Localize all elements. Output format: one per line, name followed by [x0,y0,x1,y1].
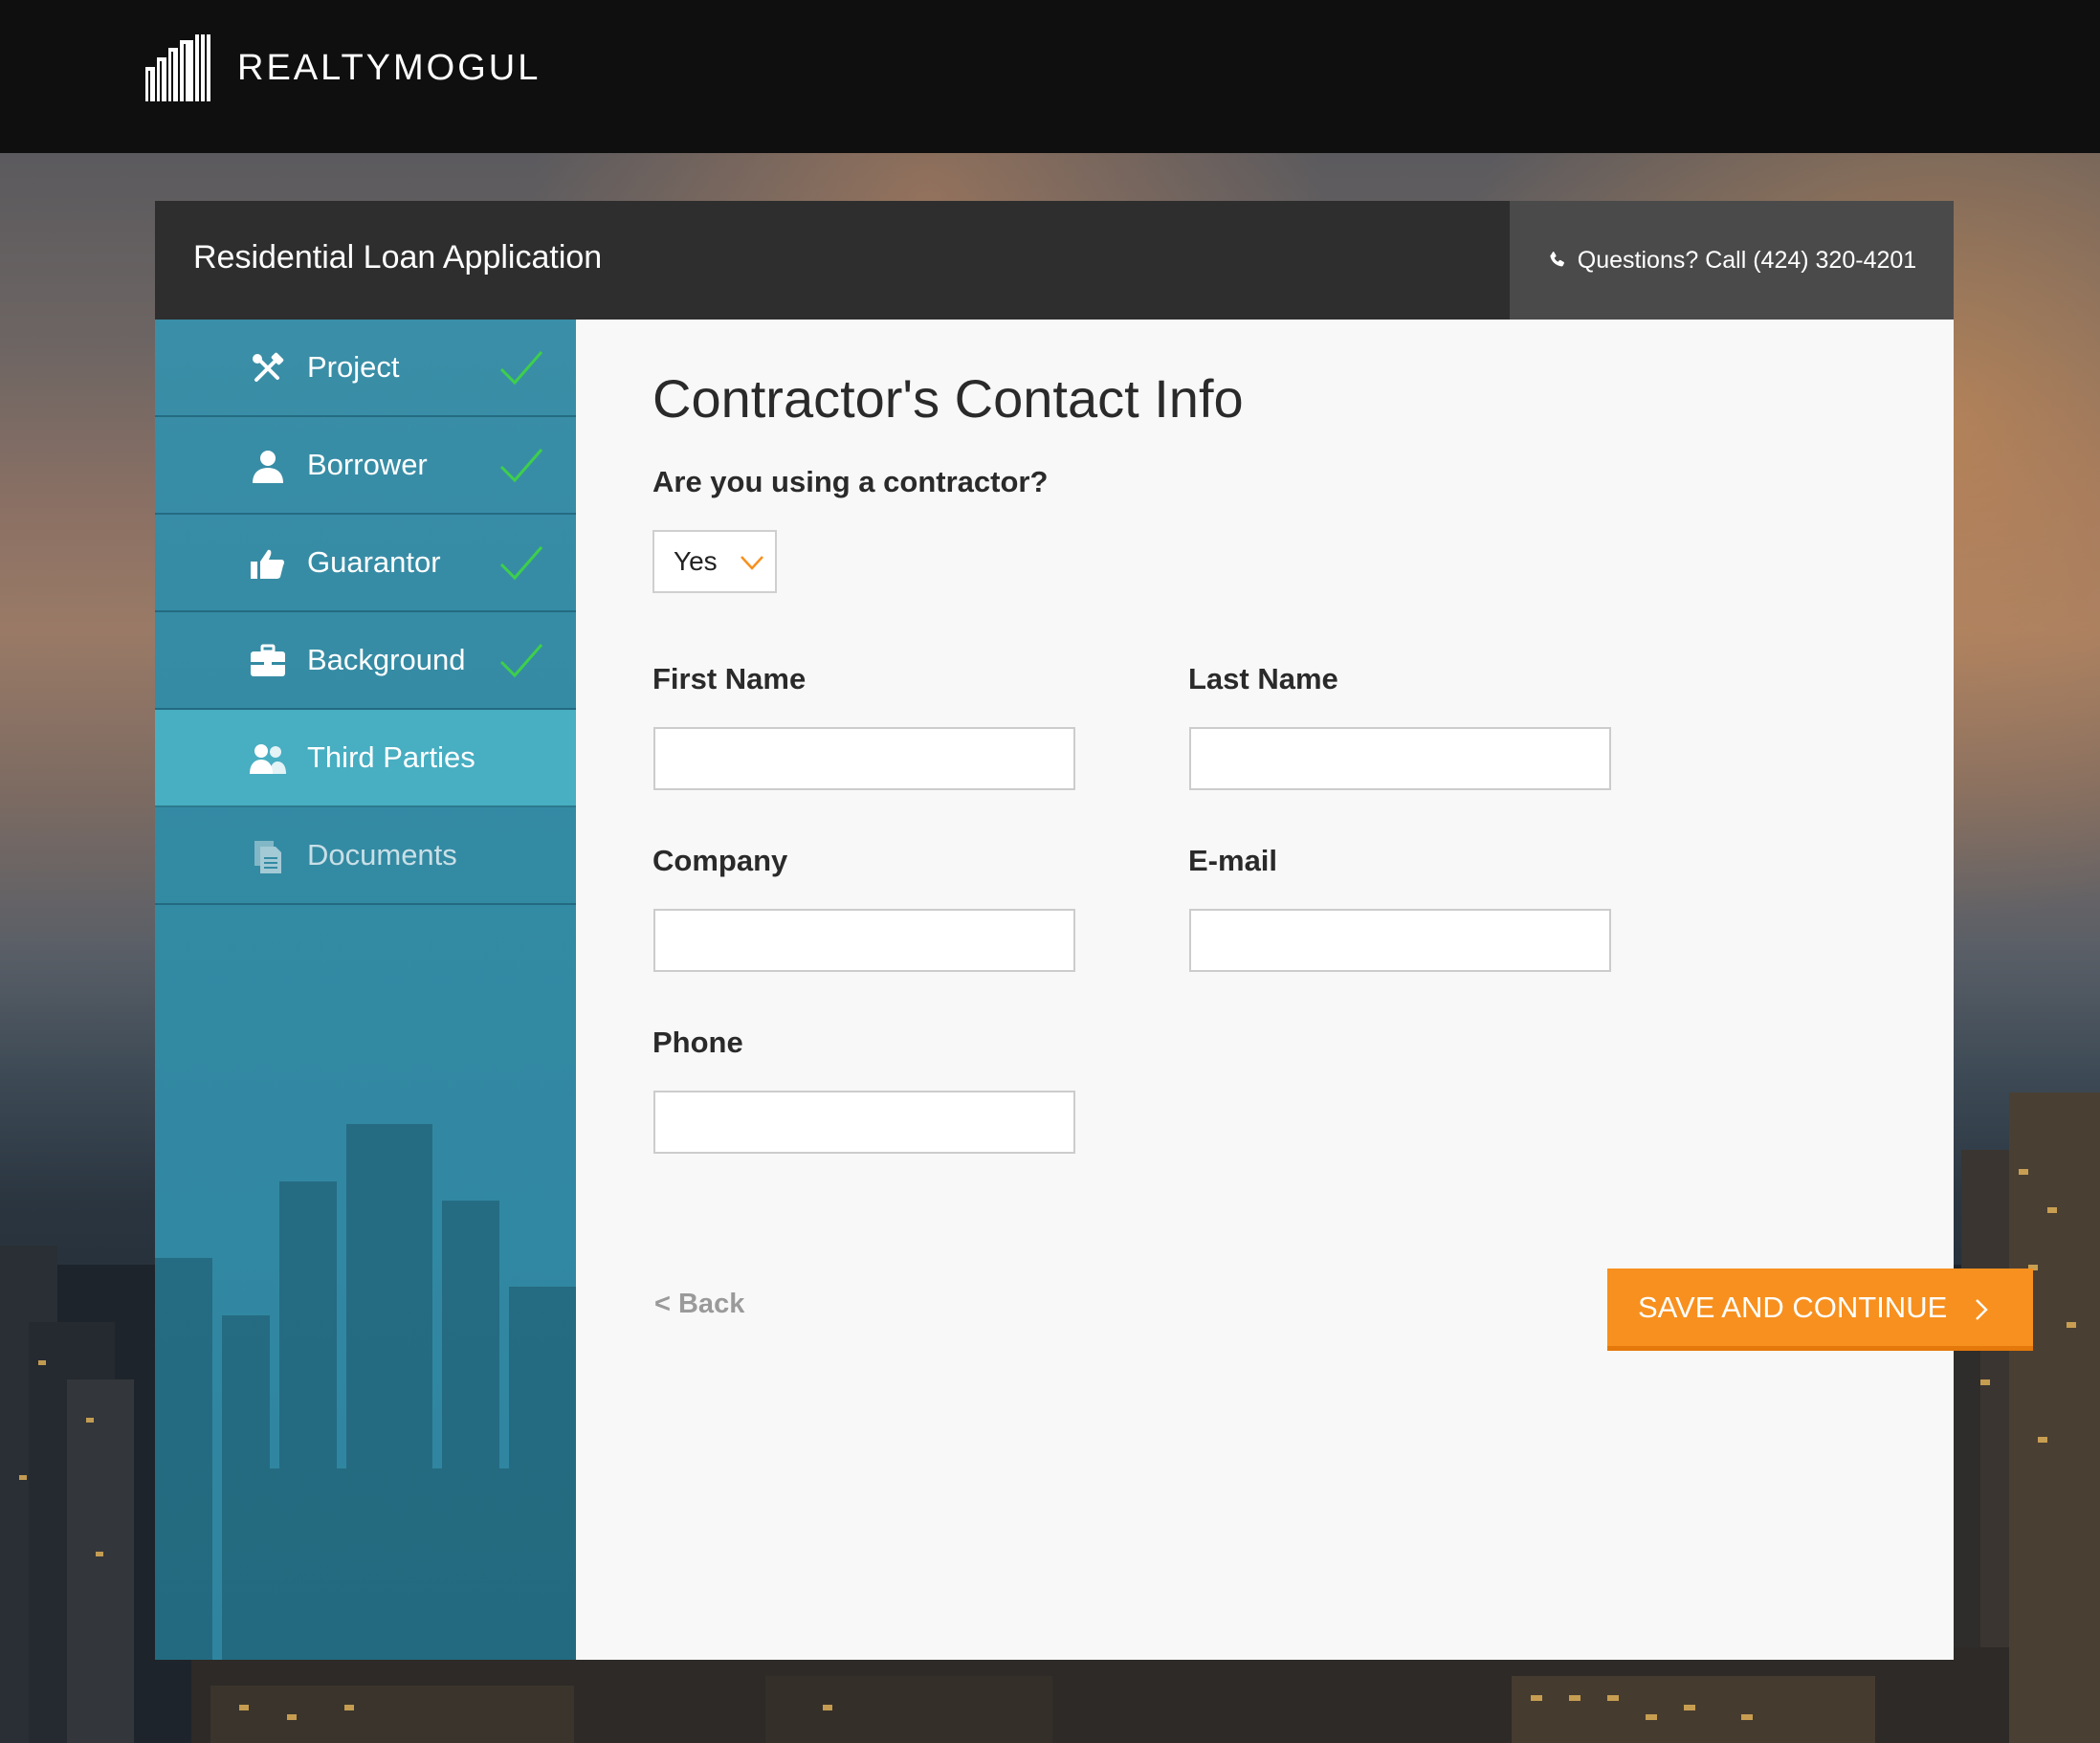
sidebar-item-documents[interactable]: Documents [155,807,576,905]
sidebar-item-label: Guarantor [307,545,441,579]
documents-icon [249,839,287,873]
sidebar-city-image [155,1124,576,1660]
sidebar-item-label: Project [307,350,400,384]
person-icon [249,449,287,483]
first-name-label: First Name [652,662,807,695]
last-name-label: Last Name [1188,662,1338,695]
sidebar-item-third-parties[interactable]: Third Parties [155,710,576,807]
last-name-field[interactable] [1189,727,1611,790]
building-logo-icon [145,34,210,101]
briefcase-icon [249,644,287,678]
company-field[interactable] [653,909,1075,972]
chevron-right-icon [1976,1299,1988,1320]
sidebar-item-label: Background [307,643,466,676]
brand-logo[interactable]: REALTYMOGUL [144,33,541,103]
save-and-continue-button[interactable]: SAVE AND CONTINUE [1607,1269,2033,1351]
phone-icon [1550,252,1564,267]
page-title: Residential Loan Application [193,239,603,276]
back-link[interactable]: < Back [654,1289,744,1320]
check-icon [499,546,543,581]
contractor-select[interactable]: Yes [652,530,777,593]
application-card: Residential Loan Application Questions? … [155,201,2033,1660]
top-bar: REALTYMOGUL [0,0,2100,153]
company-label: Company [652,844,788,877]
sidebar-item-label: Third Parties [307,740,475,774]
save-button-label: SAVE AND CONTINUE [1638,1290,1948,1324]
sidebar-item-project[interactable]: Project [155,320,576,417]
people-icon [249,741,287,776]
sidebar-item-borrower[interactable]: Borrower [155,417,576,515]
card-header: Residential Loan Application Questions? … [155,201,1954,320]
check-icon [499,351,543,386]
sidebar-item-label: Borrower [307,448,428,481]
step-sidebar: Project Borrower Guarantor Background Th… [155,320,576,1660]
phone-label: Phone [652,1026,743,1059]
first-name-field[interactable] [653,727,1075,790]
form-title: Contractor's Contact Info [652,368,1244,429]
sidebar-item-background[interactable]: Background [155,612,576,710]
help-phone[interactable]: Questions? Call (424) 320-4201 [1510,201,1954,320]
brand-name: REALTYMOGUL [237,47,542,88]
check-icon [499,449,543,483]
chevron-down-icon [741,556,763,570]
sidebar-item-label: Documents [307,838,457,872]
sidebar-item-guarantor[interactable]: Guarantor [155,515,576,612]
contractor-select-value: Yes [674,546,718,576]
phone-field[interactable] [653,1091,1075,1154]
email-label: E-mail [1188,844,1278,877]
check-icon [499,644,543,678]
email-field[interactable] [1189,909,1611,972]
form-panel: Contractor's Contact Info Are you using … [576,320,2033,1660]
thumbs-up-icon [249,546,287,581]
help-text: Questions? Call (424) 320-4201 [1577,246,1917,274]
tools-icon [249,351,287,386]
step-nav: Project Borrower Guarantor Background Th… [155,320,576,905]
contractor-question: Are you using a contractor? [652,465,1049,498]
